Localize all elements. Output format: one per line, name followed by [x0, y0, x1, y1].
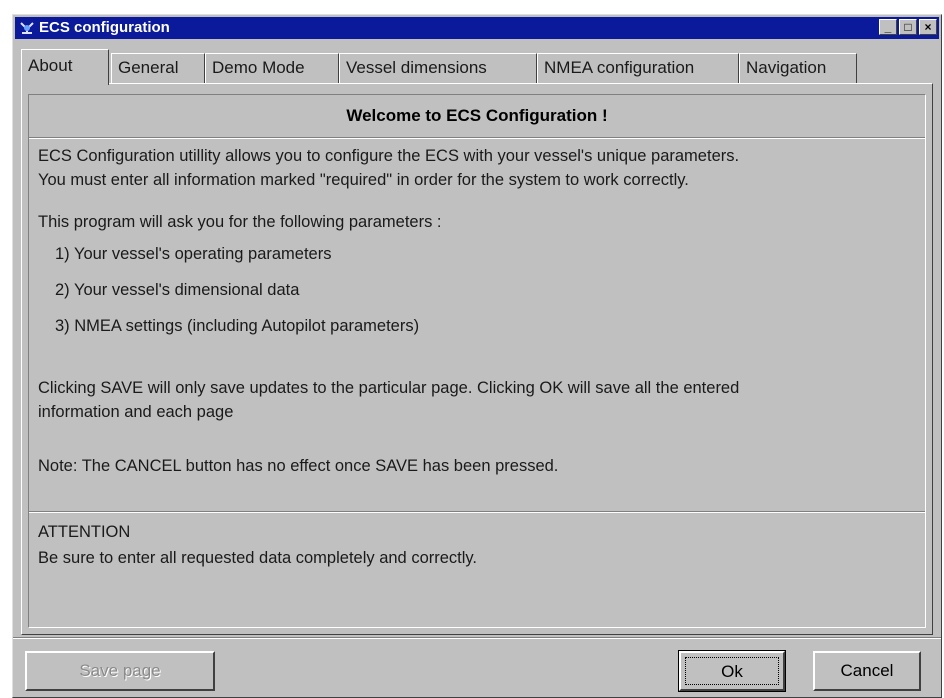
- intro-line-1: ECS Configuration utillity allows you to…: [38, 147, 740, 165]
- title-bar[interactable]: ECS configuration _ □ ×: [15, 17, 939, 39]
- about-panel: Welcome to ECS Configuration ! ECS Confi…: [21, 83, 933, 635]
- ecs-config-window: ECS configuration _ □ × About General Demo…: [12, 14, 942, 698]
- save-note-line-2: information and each page: [38, 403, 234, 421]
- cancel-button[interactable]: Cancel: [813, 651, 921, 691]
- footer-divider: [13, 637, 941, 639]
- tab-general[interactable]: General: [111, 53, 205, 83]
- tab-about[interactable]: About: [21, 49, 109, 85]
- about-content: Welcome to ECS Configuration ! ECS Confi…: [28, 94, 926, 628]
- minimize-icon[interactable]: _: [879, 19, 897, 35]
- intro-line-2: You must enter all information marked "r…: [38, 171, 689, 189]
- attention-title: ATTENTION: [38, 523, 131, 541]
- window-title: ECS configuration: [39, 19, 170, 36]
- ship-icon: [20, 22, 34, 34]
- ok-button-label: Ok: [685, 657, 779, 685]
- save-note-line-1: Clicking SAVE will only save updates to …: [38, 379, 740, 397]
- ok-button[interactable]: Ok: [678, 650, 786, 692]
- close-icon[interactable]: ×: [919, 19, 937, 35]
- list-intro: This program will ask you for the follow…: [38, 213, 442, 231]
- save-page-button[interactable]: Save page: [25, 651, 215, 691]
- maximize-icon[interactable]: □: [899, 19, 917, 35]
- tab-nmea-configuration[interactable]: NMEA configuration: [537, 53, 739, 83]
- tab-vessel-dimensions[interactable]: Vessel dimensions: [339, 53, 537, 83]
- list-item: 2) Your vessel's dimensional data: [55, 281, 300, 299]
- welcome-heading: Welcome to ECS Configuration !: [29, 95, 925, 138]
- tab-strip: About General Demo Mode Vessel dimension…: [21, 49, 933, 85]
- tab-navigation[interactable]: Navigation: [739, 53, 857, 83]
- list-item: 1) Your vessel's operating parameters: [55, 245, 332, 263]
- attention-text: Be sure to enter all requested data comp…: [38, 549, 478, 567]
- section-divider: [29, 511, 925, 513]
- tab-demo-mode[interactable]: Demo Mode: [205, 53, 339, 83]
- list-item: 3) NMEA settings (including Autopilot pa…: [55, 317, 420, 335]
- cancel-note: Note: The CANCEL button has no effect on…: [38, 457, 559, 475]
